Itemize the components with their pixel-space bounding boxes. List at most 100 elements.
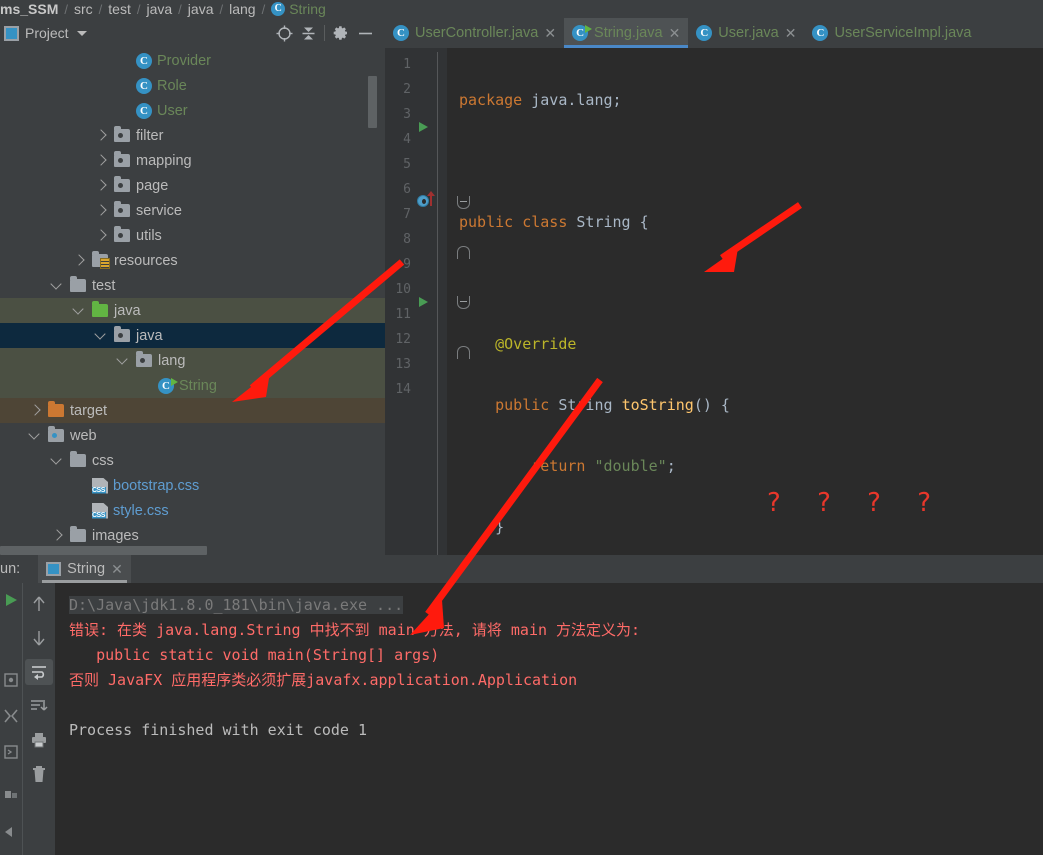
chevron-down-icon[interactable] [76, 30, 87, 36]
chevron-right-icon[interactable] [94, 229, 108, 243]
chevron-right-icon[interactable] [50, 529, 64, 543]
chevron-right-icon[interactable] [28, 404, 42, 418]
chevron-right-icon[interactable] [94, 129, 108, 143]
tree-item-utils[interactable]: utils [0, 223, 385, 248]
chevron-down-icon[interactable] [94, 329, 108, 343]
editor-tab-string-java[interactable]: C String.java ✕ [564, 18, 689, 48]
folder-module-icon [114, 151, 130, 167]
tree-item-java[interactable]: java [0, 298, 385, 323]
minimize-icon[interactable] [0, 781, 22, 803]
tree-item-user[interactable]: C User [0, 98, 385, 123]
project-panel-title[interactable]: Project [25, 25, 69, 41]
console-line-0: D:\Java\jdk1.8.0_181\bin\java.exe ... [69, 596, 404, 614]
close-icon[interactable]: ✕ [544, 25, 556, 42]
tree-item-string[interactable]: C String [0, 373, 385, 398]
tree-item-css[interactable]: css [0, 448, 385, 473]
breadcrumb-item-6[interactable]: String [289, 1, 326, 17]
close-icon[interactable]: ✕ [785, 25, 797, 42]
tree-item-resources[interactable]: resources [0, 248, 385, 273]
breadcrumb-item-1[interactable]: src [74, 1, 93, 17]
tree-item-page[interactable]: page [0, 173, 385, 198]
editor-tab-userserviceimpl-java[interactable]: C UserServiceImpl.java [804, 18, 979, 48]
breadcrumb[interactable]: ms_SSM / src / test / java / java / lang… [0, 0, 1043, 18]
editor-gutter[interactable]: 1 2 3 4 5 6 7 8 9 10 11 12 13 14 [385, 48, 470, 555]
chevron-right-icon[interactable] [94, 154, 108, 168]
editor-tab-label: UserController.java [415, 25, 539, 41]
soft-wrap-icon[interactable] [25, 659, 53, 685]
down-arrow-icon[interactable] [25, 625, 53, 651]
tree-item-label: User [157, 102, 188, 119]
print-icon[interactable] [25, 727, 53, 753]
breadcrumb-item-5[interactable]: lang [229, 1, 255, 17]
editor-tab-usercontroller-java[interactable]: C UserController.java ✕ [385, 18, 564, 48]
tree-item-target[interactable]: target [0, 398, 385, 423]
rerun-icon[interactable] [0, 589, 22, 611]
pin-icon[interactable] [0, 821, 22, 843]
code-editor[interactable]: 1 2 3 4 5 6 7 8 9 10 11 12 13 14 package java.lang; p… [385, 48, 1043, 555]
tree-item-label: images [92, 527, 139, 544]
chevron-down-icon[interactable] [50, 454, 64, 468]
breadcrumb-item-3[interactable]: java [146, 1, 172, 17]
console-line-1: 错误: 在类 java.lang.String 中找不到 main 方法, 请将… [69, 621, 641, 639]
folder-resources-icon [92, 251, 110, 269]
breadcrumb-item-0[interactable]: ms_SSM [0, 1, 58, 17]
breadcrumb-item-2[interactable]: test [108, 1, 131, 17]
console-icon[interactable] [0, 741, 22, 763]
chevron-down-icon[interactable] [116, 354, 130, 368]
chevron-right-icon[interactable] [94, 179, 108, 193]
tree-item-web[interactable]: web [0, 423, 385, 448]
trash-icon[interactable] [25, 761, 53, 787]
tree-vertical-scrollbar[interactable] [368, 76, 377, 128]
close-icon[interactable]: ✕ [669, 25, 681, 42]
editor-tab-user-java[interactable]: C User.java ✕ [688, 18, 804, 48]
scroll-to-end-icon[interactable] [25, 693, 53, 719]
minimize-icon[interactable] [353, 21, 377, 45]
folder-module-icon [114, 326, 130, 342]
run-tab-string[interactable]: String ✕ [38, 555, 131, 583]
chevron-down-icon[interactable] [28, 429, 42, 443]
project-tree[interactable]: C Provider C Role C User filter mapping page serv… [0, 48, 385, 555]
tree-item-filter[interactable]: filter [0, 123, 385, 148]
chevron-down-icon[interactable] [50, 279, 64, 293]
tree-horizontal-scrollbar[interactable] [0, 546, 207, 555]
project-panel-header: Project [0, 18, 385, 48]
tree-item-style-css[interactable]: style.css [0, 498, 385, 523]
console-output[interactable]: D:\Java\jdk1.8.0_181\bin\java.exe ... 错误:… [55, 583, 1043, 855]
tree-item-test[interactable]: test [0, 273, 385, 298]
project-icon [4, 25, 19, 41]
chevron-right-icon[interactable] [72, 254, 86, 268]
editor-tab-bar[interactable]: C UserController.java ✕ C String.java ✕ C User.… [385, 18, 1043, 48]
tree-item-mapping[interactable]: mapping [0, 148, 385, 173]
gear-icon[interactable] [329, 21, 353, 45]
code-content[interactable]: package java.lang; public class String {… [447, 48, 1043, 555]
line-number: 13 [395, 357, 411, 372]
console-toolbar[interactable] [22, 583, 55, 855]
breadcrumb-item-4[interactable]: java [188, 1, 214, 17]
tree-item-role[interactable]: C Role [0, 73, 385, 98]
tree-item-service[interactable]: service [0, 198, 385, 223]
up-arrow-icon[interactable] [25, 591, 53, 617]
tree-item-label: css [92, 452, 114, 469]
class-icon: C [136, 77, 152, 94]
chevron-down-icon[interactable] [72, 304, 86, 318]
stop-icon[interactable] [0, 631, 22, 653]
dump-threads-icon[interactable] [0, 669, 22, 691]
class-runnable-icon: C [158, 377, 178, 394]
tree-item-lang[interactable]: lang [0, 348, 385, 373]
code-line-7: return "double"; [531, 457, 676, 475]
tree-item-images[interactable]: images [0, 523, 385, 548]
restore-layout-icon[interactable] [0, 705, 22, 727]
locate-icon[interactable] [272, 21, 296, 45]
tree-item-provider[interactable]: C Provider [0, 48, 385, 73]
tree-item-label: utils [136, 227, 162, 244]
run-left-rail[interactable] [0, 583, 22, 855]
tree-item-bootstrap-css[interactable]: bootstrap.css [0, 473, 385, 498]
close-icon[interactable]: ✕ [111, 561, 123, 578]
chevron-right-icon[interactable] [94, 204, 108, 218]
folder-source-icon [92, 301, 108, 317]
collapse-all-icon[interactable] [296, 21, 320, 45]
tree-item-label: service [136, 202, 182, 219]
tree-item-java[interactable]: java [0, 323, 385, 348]
